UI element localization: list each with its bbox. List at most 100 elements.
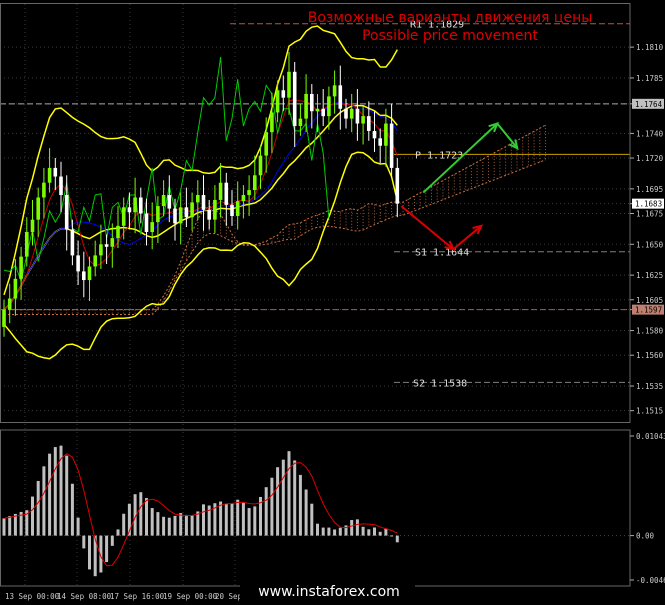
candle-body xyxy=(367,116,371,131)
osc-histogram-bar xyxy=(8,516,12,536)
osc-histogram-bar xyxy=(304,489,308,536)
osc-histogram-bar xyxy=(219,501,223,536)
osc-histogram-bar xyxy=(378,531,382,536)
candle-body xyxy=(230,204,234,216)
osc-histogram-bar xyxy=(202,504,205,536)
osc-histogram-bar xyxy=(139,492,143,536)
candle-body xyxy=(207,209,211,220)
osc-histogram-bar xyxy=(350,520,354,536)
osc-histogram-bar xyxy=(48,453,52,536)
pivot-label-p: P 1.1723 xyxy=(415,150,463,161)
candle-body xyxy=(99,244,103,256)
osc-histogram-bar xyxy=(316,523,319,536)
candle-body xyxy=(110,238,115,247)
osc-histogram-bar xyxy=(162,516,166,536)
osc-histogram-bar xyxy=(276,467,280,536)
candle-body xyxy=(167,195,172,209)
candle-body xyxy=(13,278,18,299)
price-tick-label: 1.1810 xyxy=(636,43,664,52)
candle-body xyxy=(93,255,97,267)
osc-histogram-bar xyxy=(190,515,194,536)
osc-histogram-bar xyxy=(373,527,376,536)
price-tick-label: 1.1695 xyxy=(636,185,663,194)
candle-body xyxy=(264,132,268,156)
candle-body xyxy=(19,256,23,279)
candle-body xyxy=(310,93,314,112)
time-tick-label: 14 Sep 08:00 xyxy=(57,592,112,601)
candle-body xyxy=(372,130,377,139)
candle-body xyxy=(36,197,40,220)
price-tick-label: 1.1605 xyxy=(636,296,663,305)
price-tick-label: 1.1720 xyxy=(636,154,664,163)
pivot-label-s2: S2 1.1538 xyxy=(413,378,467,389)
osc-histogram-bar xyxy=(361,526,365,536)
candle-body xyxy=(292,71,297,127)
candle-body xyxy=(201,195,206,210)
osc-histogram-bar xyxy=(42,466,46,536)
chart-background xyxy=(0,0,665,605)
osc-histogram-bar xyxy=(236,499,240,536)
price-tick-label: 1.1675 xyxy=(636,210,663,219)
osc-tick-label: 0.00 xyxy=(636,532,655,541)
candle-body xyxy=(150,222,154,232)
candle-body xyxy=(378,138,382,146)
candle-body xyxy=(270,112,274,133)
candle-body xyxy=(133,197,137,213)
osc-histogram-bar xyxy=(88,535,91,570)
candle-body xyxy=(304,93,308,119)
candle-body xyxy=(59,176,63,196)
time-tick-label: 19 Sep 00:00 xyxy=(163,592,218,601)
candle-body xyxy=(190,202,194,218)
candle-body xyxy=(121,207,126,226)
osc-histogram-bar xyxy=(230,503,234,536)
osc-histogram-bar xyxy=(13,513,17,536)
candle-body xyxy=(218,182,223,200)
osc-histogram-bar xyxy=(167,517,171,536)
osc-histogram-bar xyxy=(145,498,148,536)
price-marker-label: 1.1683 xyxy=(635,200,662,209)
candle-body xyxy=(258,155,263,176)
osc-histogram-bar xyxy=(53,447,57,536)
osc-histogram-bar xyxy=(293,460,297,536)
candle-body xyxy=(298,118,303,127)
candle-body xyxy=(156,206,160,223)
candle-body xyxy=(281,90,286,98)
candle-body xyxy=(224,182,229,205)
pivot-label-s1: S1 1.1644 xyxy=(415,248,469,259)
candle-body xyxy=(349,108,354,119)
osc-histogram-bar xyxy=(367,529,371,536)
osc-histogram-bar xyxy=(253,506,257,536)
candle-body xyxy=(139,197,143,214)
candle-body xyxy=(395,167,400,204)
osc-histogram-bar xyxy=(321,527,325,536)
candle-body xyxy=(127,207,132,213)
osc-histogram-bar xyxy=(390,535,394,537)
osc-histogram-bar xyxy=(2,518,6,536)
osc-histogram-bar xyxy=(179,513,183,536)
candle-body xyxy=(7,298,12,310)
osc-histogram-bar xyxy=(287,451,291,536)
candle-body xyxy=(161,195,166,207)
candle-body xyxy=(30,219,35,232)
candle-body xyxy=(253,175,257,191)
price-tick-label: 1.1535 xyxy=(636,382,663,391)
osc-histogram-bar xyxy=(156,512,160,536)
candle-body xyxy=(2,309,6,327)
osc-histogram-bar xyxy=(264,487,268,536)
osc-histogram-bar xyxy=(150,508,154,536)
candle-body xyxy=(241,195,246,202)
candle-body xyxy=(47,167,52,183)
osc-tick-label: -0.00465 xyxy=(636,576,665,585)
osc-histogram-bar xyxy=(224,504,228,536)
osc-histogram-bar xyxy=(298,474,302,536)
candle-body xyxy=(196,195,200,203)
price-tick-label: 1.1560 xyxy=(636,351,664,360)
candle-body xyxy=(76,255,80,272)
candle-body xyxy=(338,85,343,109)
candle-body xyxy=(321,108,325,117)
time-tick-label: 17 Sep 16:00 xyxy=(110,592,165,601)
osc-histogram-bar xyxy=(184,514,188,536)
candle-body xyxy=(53,167,58,177)
osc-histogram-bar xyxy=(36,480,40,536)
candle-body xyxy=(247,190,251,196)
